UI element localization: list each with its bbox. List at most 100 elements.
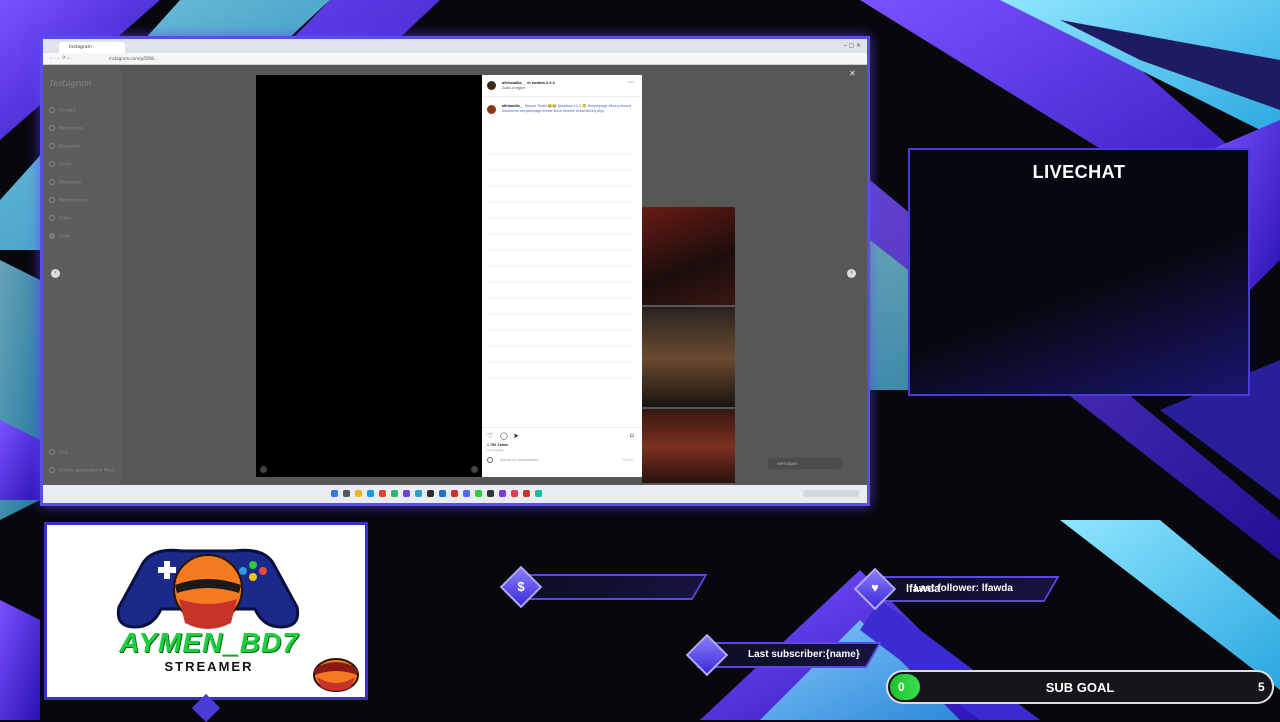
livechat-title: LIVECHAT (1032, 162, 1126, 182)
sidebar-item-create[interactable]: Créer (49, 215, 71, 222)
window-controls[interactable]: – ▢ ✕ (844, 42, 861, 49)
mute-icon[interactable] (260, 466, 267, 473)
app-icon[interactable] (451, 490, 458, 497)
sidebar-item-messages[interactable]: Messages (49, 179, 81, 186)
screen-capture-window: Instagram – ▢ ✕ ← → ⟳ ⌂ instagram.com/p/… (40, 36, 870, 506)
start-icon[interactable] (331, 490, 338, 497)
avatar[interactable] (487, 81, 496, 90)
nav-buttons[interactable]: ← → ⟳ ⌂ (49, 55, 70, 61)
browser-tab-bar: Instagram – ▢ ✕ (43, 39, 867, 53)
post-panel: aflriwadlla__ et nadina.3.3.3 Audio d'or… (482, 75, 642, 477)
messages-label: Messages (777, 461, 798, 466)
streamer-logo-card: AYMEN_BD7 STREAMER (44, 522, 368, 700)
app-icon[interactable] (403, 490, 410, 497)
menu-icon (49, 449, 55, 455)
sidebar-item-notifications[interactable]: Notifications (49, 197, 87, 204)
sub-goal-bar: 0 SUB GOAL 5 (886, 670, 1274, 704)
app-icon[interactable] (511, 490, 518, 497)
post-actions: ♡ ◯ ➤ ⌑ 1 783 J'aime Il y a 4 jours Ajou… (482, 427, 642, 477)
comments-area (490, 139, 630, 389)
messages-bar[interactable]: Messages (767, 458, 843, 469)
url-text: instagram.com/p/DRW... (109, 56, 158, 61)
send-icon (49, 179, 55, 185)
audio-icon[interactable] (471, 466, 478, 473)
sidebar-item-label: Reels (59, 162, 72, 168)
caption-username: aflriwadlla__ (502, 104, 524, 108)
post-username[interactable]: aflriwadlla__ et nadina.3.3.3 (502, 80, 622, 85)
more-options-icon[interactable]: ⋯ (628, 79, 634, 86)
reels-icon (49, 161, 55, 167)
app-icon[interactable] (391, 490, 398, 497)
sidebar-item-label: Recherche (59, 126, 83, 132)
app-icon[interactable] (415, 490, 422, 497)
ninja-mascot-icon (313, 658, 359, 692)
sidebar-item-label: Créer (59, 216, 72, 222)
sidebar-item-more[interactable]: Plus (49, 449, 68, 456)
post-audio[interactable]: Audio d'origine (502, 86, 525, 90)
sidebar-item-explore[interactable]: Découvrir (49, 143, 81, 150)
app-icon[interactable] (487, 490, 494, 497)
compass-icon (49, 143, 55, 149)
app-icon[interactable] (463, 490, 470, 497)
dollar-icon: $ (517, 579, 525, 594)
comment-input[interactable]: Ajouter un commentaire... (500, 458, 541, 462)
comment-icon[interactable]: ◯ (500, 432, 508, 440)
app-icon[interactable] (499, 490, 506, 497)
app-icon[interactable] (475, 490, 482, 497)
close-icon[interactable]: ✕ (849, 69, 856, 78)
livechat-panel: LIVECHAT (908, 148, 1250, 396)
caption-avatar[interactable] (487, 105, 496, 114)
caption-text: aflriwadlla__ Stream Tonite 😂😂 @nadina.3… (502, 104, 634, 114)
last-subscriber-text: Last subscriber:{name} (748, 649, 860, 660)
home-icon (49, 107, 55, 113)
instagram-logo: Instagram (50, 79, 92, 88)
heart-icon (49, 197, 55, 203)
gamepad-mascot-logo (116, 548, 300, 629)
sidebar-item-label: Autres applications Meta (59, 468, 115, 474)
prev-post-button[interactable]: ‹ (51, 269, 60, 278)
related-posts (642, 207, 735, 485)
sidebar-item-label: Accueil (59, 108, 76, 114)
related-post-thumb[interactable] (642, 207, 735, 307)
tab-title: Instagram (69, 45, 92, 50)
app-icon[interactable] (427, 490, 434, 497)
app-icon[interactable] (535, 490, 542, 497)
file-explorer-icon[interactable] (355, 490, 362, 497)
sub-goal-label: SUB GOAL (1045, 680, 1115, 695)
heart-icon: ♥ (871, 580, 879, 595)
sidebar-item-meta-apps[interactable]: Autres applications Meta (49, 467, 115, 474)
sidebar-item-label: Messages (59, 180, 82, 186)
instagram-page: Instagram Accueil Recherche Découvrir Re… (43, 65, 867, 485)
sidebar-item-search[interactable]: Recherche (49, 125, 83, 132)
like-icon[interactable]: ♡ (487, 432, 493, 440)
share-icon[interactable]: ➤ (513, 432, 519, 440)
related-post-thumb[interactable] (642, 411, 735, 485)
next-post-button[interactable]: › (847, 269, 856, 278)
windows-taskbar (43, 485, 867, 503)
browser-tab[interactable]: Instagram (59, 42, 125, 53)
avatar-icon (49, 233, 55, 239)
related-post-thumb[interactable] (642, 309, 735, 409)
browser-address-bar[interactable]: ← → ⟳ ⌂ instagram.com/p/DRW... (43, 53, 867, 65)
sidebar-item-label: Plus (59, 450, 69, 456)
system-tray[interactable] (803, 490, 859, 497)
app-icon[interactable] (523, 490, 530, 497)
app-icon[interactable] (439, 490, 446, 497)
sidebar-item-label: Profil (59, 234, 71, 240)
chrome-icon[interactable] (379, 490, 386, 497)
sidebar-item-reels[interactable]: Reels (49, 161, 71, 168)
grid-icon (49, 467, 55, 473)
edge-icon[interactable] (367, 490, 374, 497)
sidebar-item-profile[interactable]: Profil (49, 233, 70, 240)
save-icon[interactable]: ⌑ (630, 432, 634, 440)
publish-button[interactable]: Publier (622, 458, 633, 462)
sub-goal-target: 5 (1258, 680, 1265, 694)
emoji-icon[interactable] (487, 457, 493, 463)
likes-count[interactable]: 1 783 J'aime (487, 443, 508, 447)
sidebar-item-label: Notifications (59, 198, 88, 204)
plus-icon (49, 215, 55, 221)
reel-video[interactable] (256, 75, 482, 477)
post-header: aflriwadlla__ et nadina.3.3.3 Audio d'or… (482, 75, 642, 97)
search-icon[interactable] (343, 490, 350, 497)
sidebar-item-home[interactable]: Accueil (49, 107, 75, 114)
